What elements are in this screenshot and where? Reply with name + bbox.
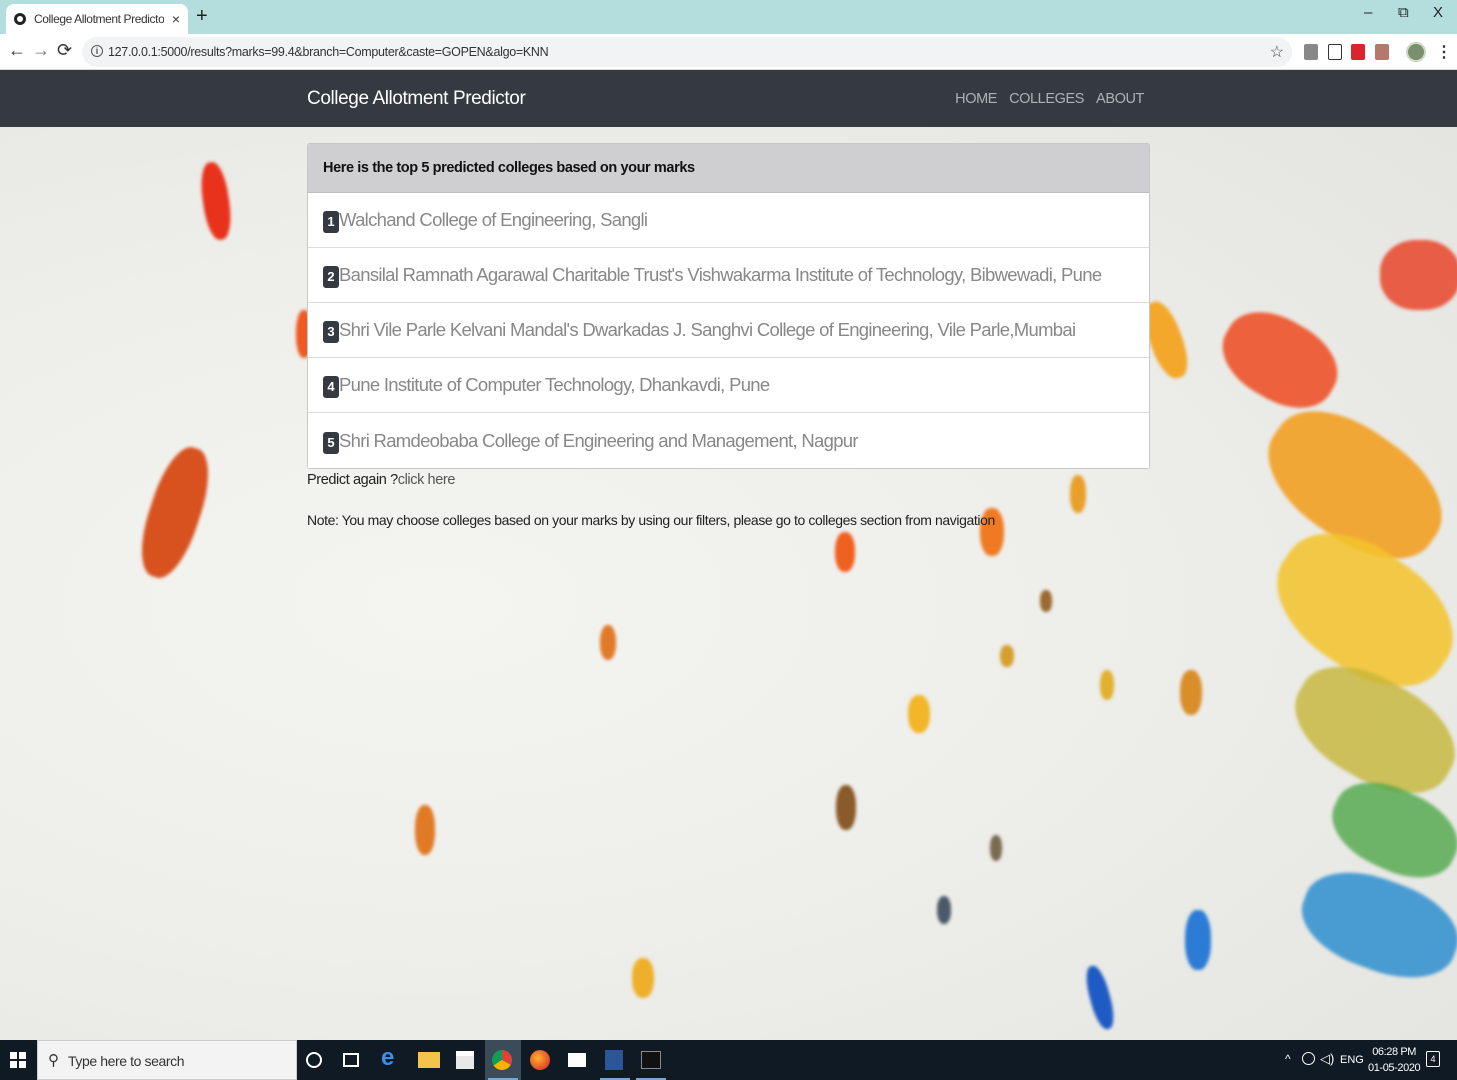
filters-note: Note: You may choose colleges based on y… — [307, 512, 995, 528]
college-name: Walchand College of Engineering, Sangli — [339, 209, 648, 230]
browser-tab[interactable]: College Allotment Predictor usin × — [6, 4, 188, 34]
taskbar-search-placeholder: Type here to search — [68, 1053, 185, 1069]
rank-badge: 2 — [323, 266, 339, 288]
bookmark-star-icon[interactable]: ☆ — [1270, 42, 1284, 62]
browser-menu-icon[interactable]: ⋮ — [1436, 42, 1452, 62]
site-info-icon[interactable]: i — [91, 45, 103, 57]
volume-icon[interactable]: ◁) — [1320, 1051, 1334, 1067]
profile-avatar[interactable] — [1406, 42, 1426, 62]
clock-date: 01-05-2020 — [1368, 1062, 1421, 1074]
mail-icon[interactable] — [568, 1053, 586, 1067]
language-indicator[interactable]: ENG — [1340, 1054, 1364, 1066]
network-globe-icon[interactable] — [1302, 1052, 1315, 1065]
college-list-item: 4 Pune Institute of Computer Technology,… — [308, 358, 1149, 413]
clock-time: 06:28 PM — [1372, 1046, 1417, 1058]
task-view-icon[interactable] — [343, 1053, 359, 1067]
site-brand-link[interactable]: College Allotment Predictor — [307, 88, 526, 110]
predict-again-line: Predict again ?click here — [307, 472, 455, 488]
firefox-icon[interactable] — [530, 1050, 550, 1070]
reload-icon[interactable]: ⟳ — [57, 40, 72, 61]
site-favicon-icon — [14, 13, 26, 25]
close-window-button[interactable]: X — [1433, 4, 1443, 21]
file-explorer-icon[interactable] — [418, 1052, 440, 1068]
college-list-item: 1 Walchand College of Engineering, Sangl… — [308, 193, 1149, 248]
back-arrow-icon[interactable]: ← — [8, 40, 26, 61]
edge-browser-icon[interactable]: e — [381, 1044, 403, 1071]
taskbar-clock[interactable]: 06:28 PM 01-05-2020 — [1368, 1044, 1421, 1076]
college-list-item: 5 Shri Ramdeobaba College of Engineering… — [308, 413, 1149, 468]
click-here-link[interactable]: click here — [398, 472, 456, 488]
chrome-icon[interactable] — [492, 1050, 512, 1070]
college-name: Shri Ramdeobaba College of Engineering a… — [339, 429, 859, 451]
minimize-button[interactable]: – — [1364, 4, 1372, 21]
word-icon[interactable] — [605, 1050, 623, 1070]
new-tab-button[interactable]: + — [196, 5, 208, 28]
restore-button[interactable]: ⧉ — [1398, 4, 1409, 21]
page-viewport: College Allotment Predictor HOME COLLEGE… — [0, 70, 1457, 1040]
extension-info-icon[interactable] — [1328, 44, 1342, 60]
url-text[interactable]: 127.0.0.1:5000/results?marks=99.4&branch… — [108, 45, 549, 59]
terminal-icon[interactable] — [641, 1051, 661, 1069]
predict-again-prefix: Predict again ? — [307, 472, 398, 488]
rank-badge: 5 — [323, 431, 339, 454]
results-card: Here is the top 5 predicted colleges bas… — [307, 143, 1150, 469]
notification-center-icon[interactable]: 4 — [1426, 1051, 1440, 1067]
windows-taskbar: ⚲ Type here to search e ^ ◁) ENG 06:28 P… — [0, 1040, 1457, 1080]
nav-colleges-link[interactable]: COLLEGES — [1009, 91, 1084, 107]
site-navbar: College Allotment Predictor HOME COLLEGE… — [0, 70, 1457, 127]
taskbar-search-box[interactable]: ⚲ Type here to search — [37, 1040, 297, 1080]
tab-close-icon[interactable]: × — [172, 11, 180, 27]
college-name: Pune Institute of Computer Technology, D… — [339, 374, 770, 395]
site-nav-links: HOME COLLEGES ABOUT — [955, 91, 1144, 107]
college-name: Bansilal Ramnath Agarawal Charitable Tru… — [339, 264, 1102, 285]
cortana-icon[interactable] — [306, 1052, 322, 1068]
store-icon[interactable] — [456, 1051, 474, 1069]
browser-toolbar: ← → ⟳ i 127.0.0.1:5000/results?marks=99.… — [0, 34, 1457, 70]
rank-badge: 1 — [323, 211, 339, 233]
search-icon: ⚲ — [48, 1052, 59, 1069]
address-bar[interactable]: i 127.0.0.1:5000/results?marks=99.4&bran… — [82, 37, 1292, 67]
college-name: Shri Vile Parle Kelvani Mandal's Dwarkad… — [339, 319, 1076, 340]
extension-pdf-icon[interactable] — [1375, 44, 1389, 60]
extension-red-icon[interactable] — [1351, 44, 1365, 60]
rank-badge: 3 — [323, 321, 339, 343]
tab-title: College Allotment Predictor usin — [34, 12, 164, 26]
results-header: Here is the top 5 predicted colleges bas… — [308, 144, 1149, 193]
nav-home-link[interactable]: HOME — [955, 91, 997, 107]
rank-badge: 4 — [323, 376, 339, 398]
nav-about-link[interactable]: ABOUT — [1096, 91, 1144, 107]
college-list-item: 3 Shri Vile Parle Kelvani Mandal's Dwark… — [308, 303, 1149, 358]
windows-start-icon[interactable] — [10, 1052, 26, 1068]
college-list-item: 2 Bansilal Ramnath Agarawal Charitable T… — [308, 248, 1149, 303]
browser-tabstrip: College Allotment Predictor usin × + – ⧉… — [0, 0, 1457, 34]
extension-wrench-icon[interactable] — [1304, 44, 1318, 60]
tray-chevron-icon[interactable]: ^ — [1285, 1052, 1291, 1066]
forward-arrow-icon[interactable]: → — [32, 40, 50, 61]
